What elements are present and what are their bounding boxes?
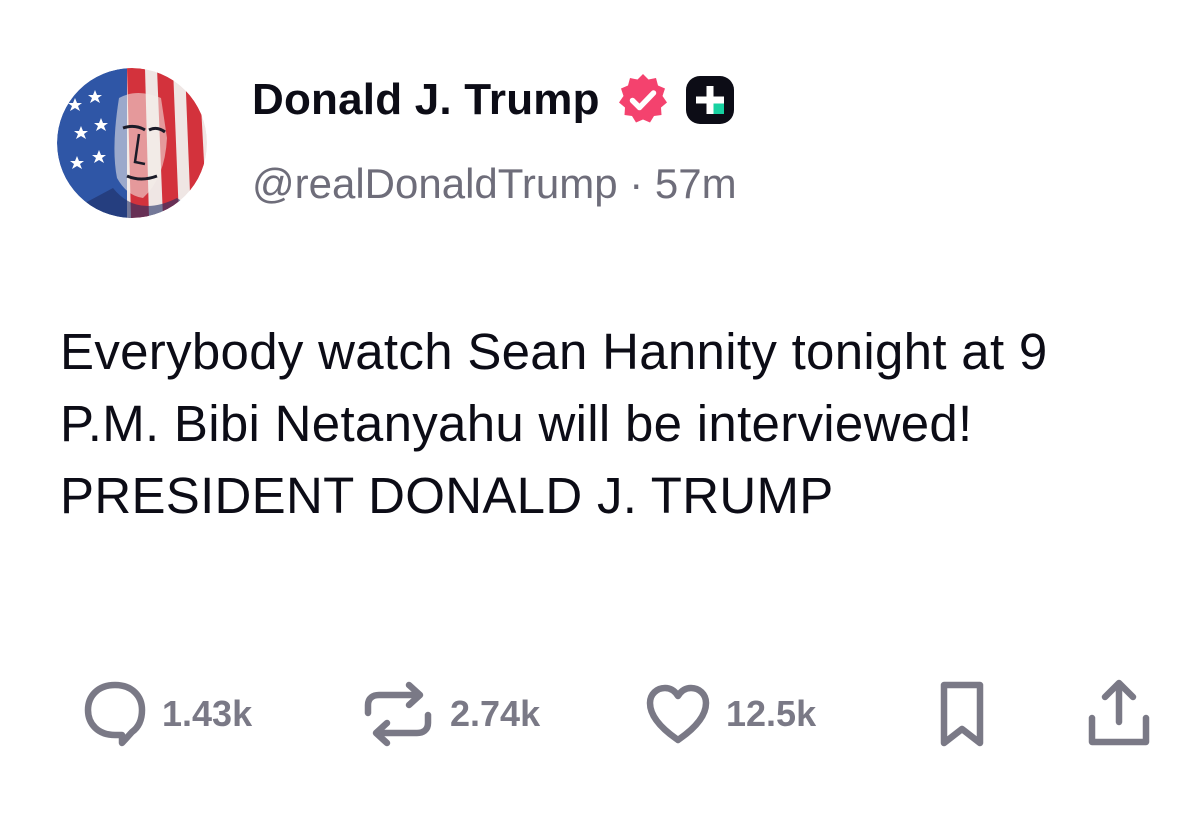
display-name[interactable]: Donald J. Trump: [252, 75, 600, 125]
action-bar: 1.43k 2.74k 12.5k: [0, 672, 1200, 756]
repost-count: 2.74k: [450, 693, 541, 734]
repost-button[interactable]: 2.74k: [360, 672, 540, 756]
author-meta: @realDonaldTrump · 57m: [252, 160, 737, 208]
handle[interactable]: @realDonaldTrump: [252, 160, 618, 207]
plus-badge-icon[interactable]: [684, 74, 736, 126]
avatar[interactable]: [57, 68, 207, 218]
verified-check-icon: [612, 71, 672, 129]
repost-icon: [360, 679, 436, 749]
post-text: Everybody watch Sean Hannity tonight at …: [60, 323, 1063, 524]
like-count: 12.5k: [726, 693, 817, 734]
meta-separator: ·: [629, 160, 655, 207]
share-icon: [1084, 678, 1154, 750]
bookmark-icon: [932, 679, 992, 749]
share-button[interactable]: [1084, 672, 1154, 756]
bookmark-button[interactable]: [932, 672, 992, 756]
heart-icon: [644, 682, 712, 746]
timestamp[interactable]: 57m: [655, 160, 737, 207]
reply-button[interactable]: 1.43k: [82, 672, 252, 756]
like-button[interactable]: 12.5k: [644, 672, 816, 756]
reply-count: 1.43k: [162, 693, 253, 734]
author-name-row: Donald J. Trump: [252, 72, 736, 128]
reply-bubble-icon: [82, 679, 148, 749]
